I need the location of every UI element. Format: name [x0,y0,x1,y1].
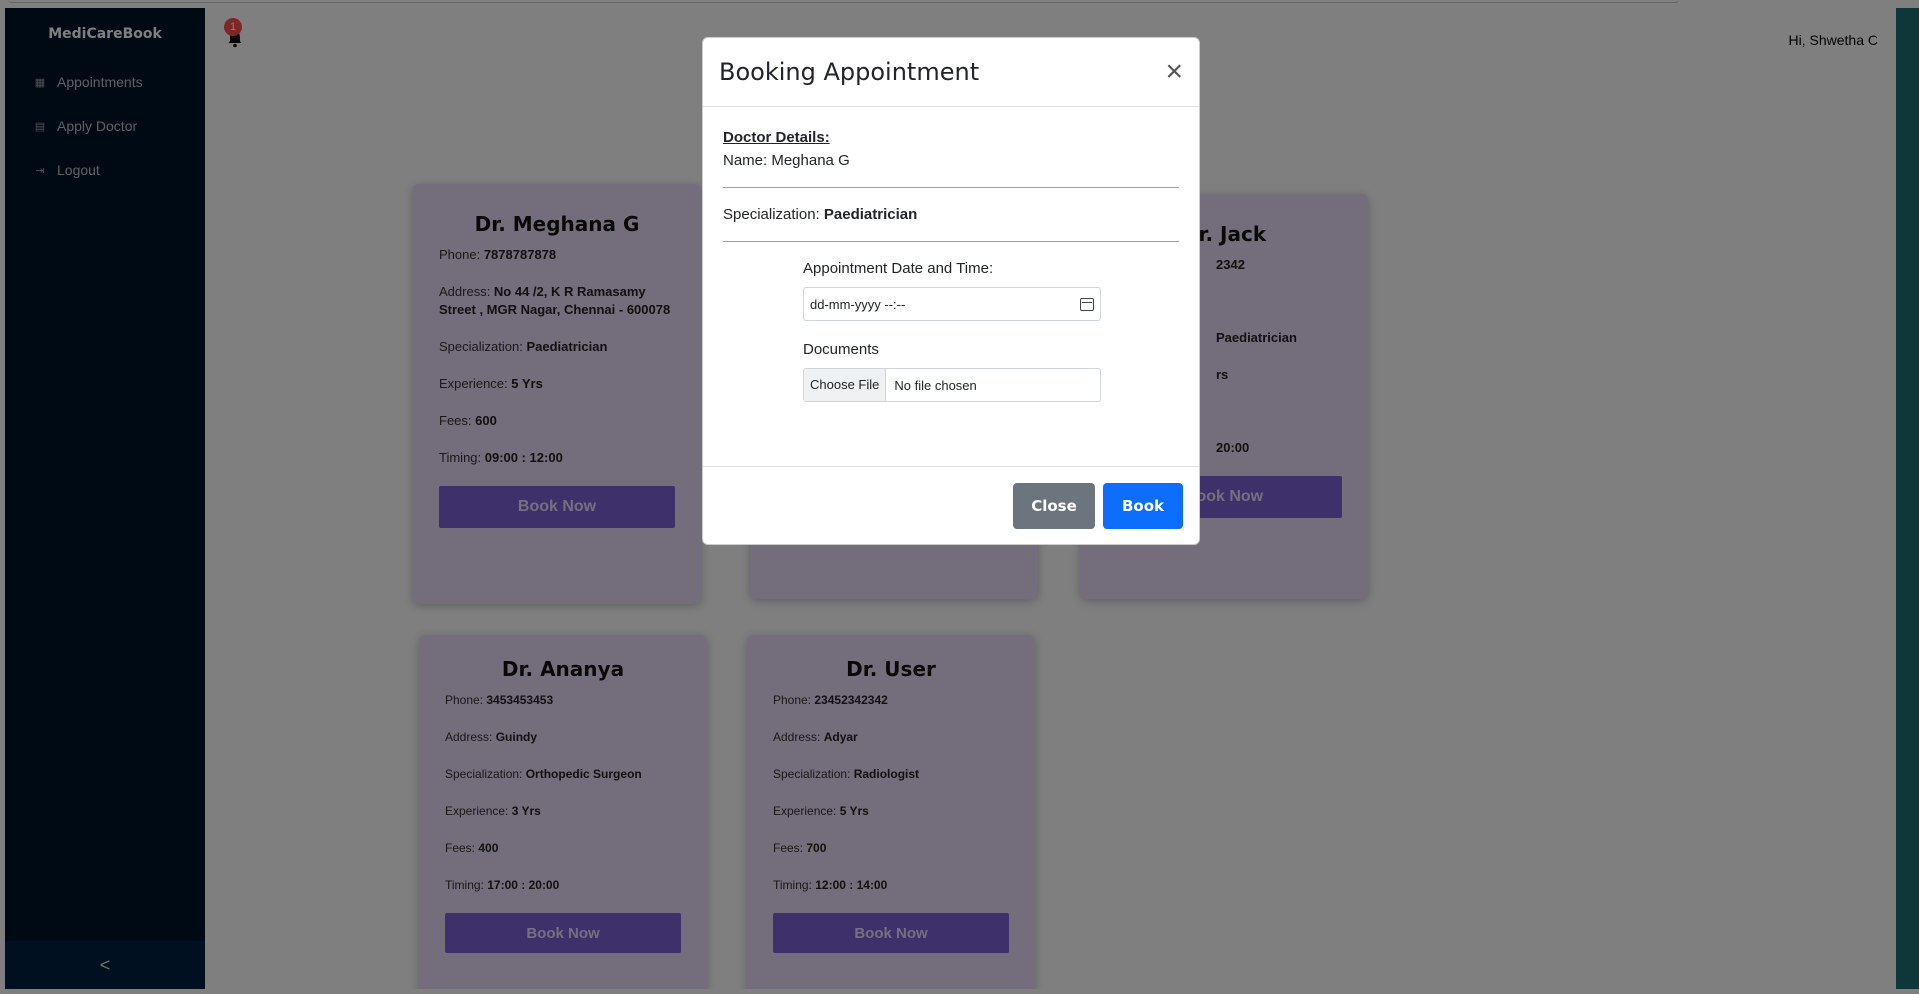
calendar-picker-icon[interactable] [1080,297,1094,311]
date-time-label: Appointment Date and Time: [803,260,994,277]
modal-title: Booking Appointment [719,58,980,86]
close-icon[interactable]: × [1165,57,1183,87]
specialization-label: Specialization: [723,206,824,223]
no-file-text: No file chosen [894,377,977,393]
choose-file-button[interactable]: Choose File [804,369,887,401]
book-button[interactable]: Book [1103,482,1183,529]
booking-modal: Booking Appointment × Doctor Details: Na… [702,37,1200,545]
close-button[interactable]: Close [1013,482,1095,529]
doctor-details-heading: Doctor Details: [723,129,830,146]
documents-file-input[interactable]: Choose File No file chosen [803,368,1101,402]
specialization-value: Paediatrician [823,206,918,223]
booking-form: Appointment Date and Time: dd-mm-yyyy --… [803,260,1101,402]
specialization-line: Specialization: Paediatrician [723,206,1179,223]
documents-label: Documents [803,341,879,358]
date-time-placeholder: dd-mm-yyyy --:-- [810,296,906,312]
modal-header: Booking Appointment × [703,38,1199,107]
modal-body: Doctor Details: Name: Meghana G Speciali… [703,107,1199,467]
modal-footer: Close Book [703,466,1199,544]
doctor-name-line: Name: Meghana G [723,152,850,169]
divider [723,187,1179,188]
divider [723,241,1179,242]
date-time-input[interactable]: dd-mm-yyyy --:-- [803,287,1101,321]
